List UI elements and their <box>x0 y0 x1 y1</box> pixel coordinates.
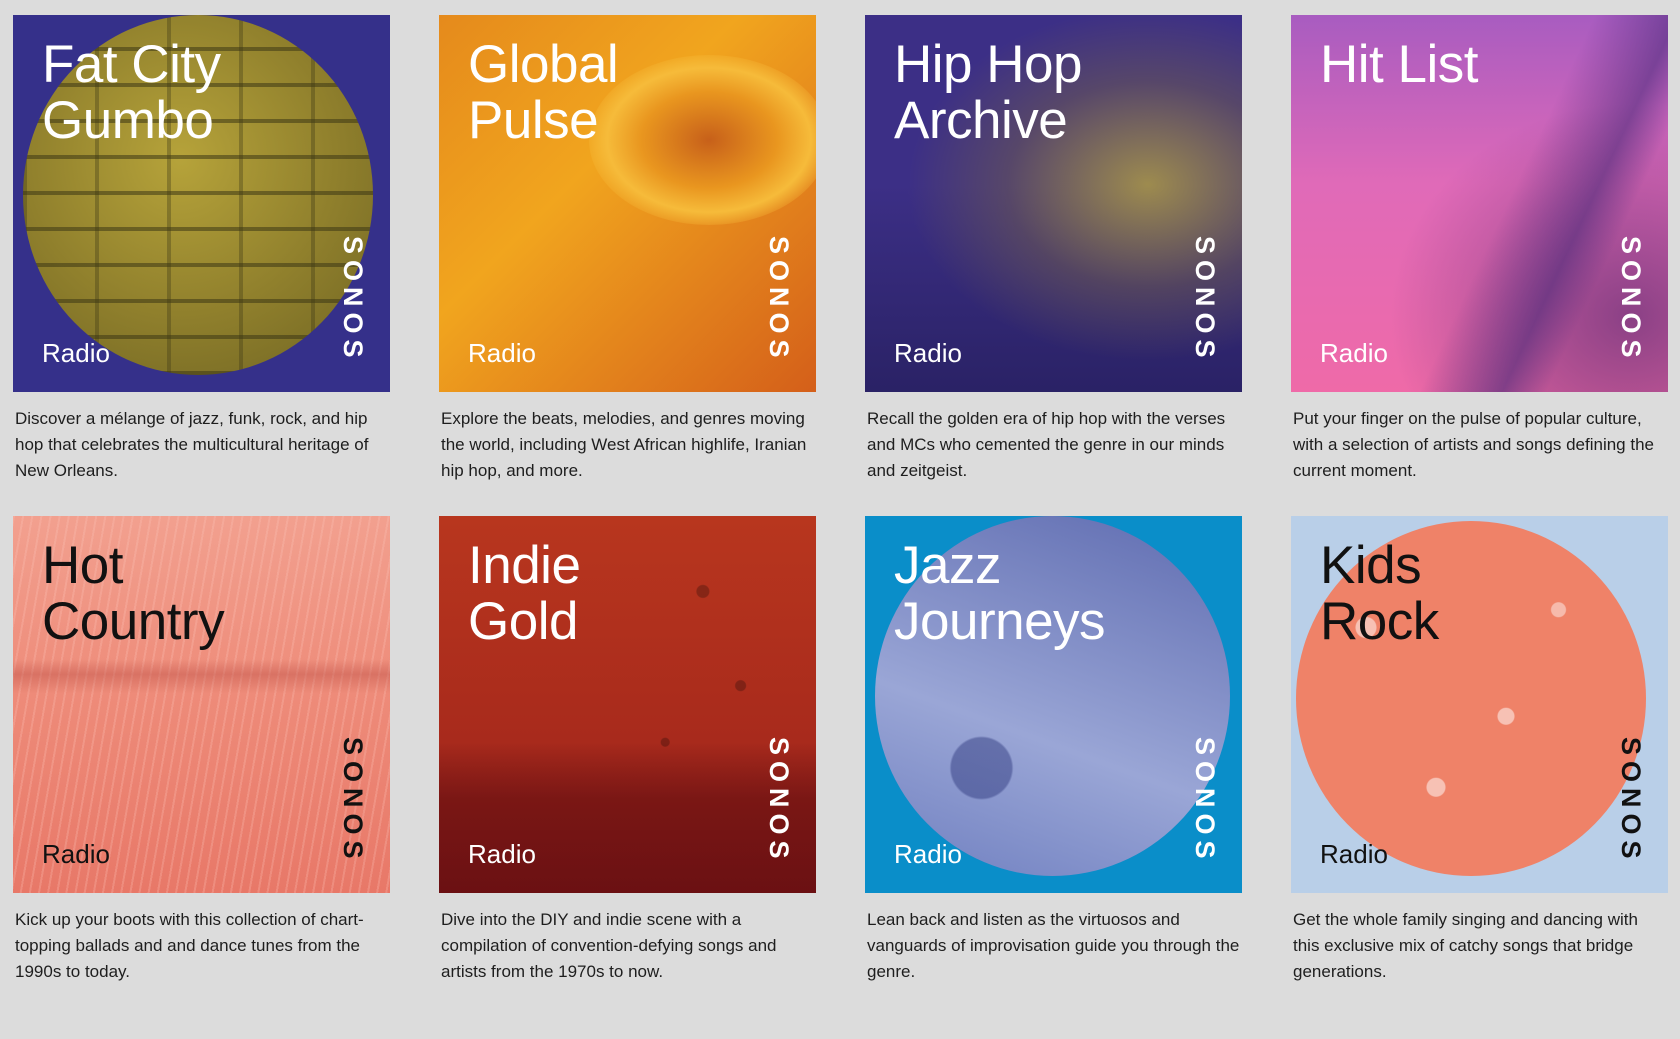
sonos-logo: SONOS <box>1190 236 1220 364</box>
sonos-logo: SONOS <box>338 737 368 865</box>
radio-label: Radio <box>42 338 110 368</box>
station-description: Explore the beats, melodies, and genres … <box>441 409 807 480</box>
radio-label: Radio <box>894 338 962 368</box>
radio-label: Radio <box>1320 839 1388 869</box>
station-artwork[interactable]: Global Pulse Radio SONOS <box>439 15 816 392</box>
sonos-logo: SONOS <box>1190 737 1220 865</box>
station-title: Global Pulse <box>468 35 619 150</box>
station-card-hit-list[interactable]: Hit List Radio SONOS Put your finger on … <box>1291 15 1668 484</box>
radio-label: Radio <box>42 839 110 869</box>
station-description: Recall the golden era of hip hop with th… <box>867 409 1226 480</box>
radio-label: Radio <box>468 338 536 368</box>
station-title: Kids Rock <box>1320 536 1439 651</box>
station-card-fat-city-gumbo[interactable]: Fat City Gumbo Radio SONOS Discover a mé… <box>13 15 390 484</box>
station-description: Put your finger on the pulse of popular … <box>1293 409 1654 480</box>
station-title: Hip Hop Archive <box>894 35 1082 150</box>
station-card-hot-country[interactable]: Hot Country Radio SONOS Kick up your boo… <box>13 516 390 985</box>
station-card-jazz-journeys[interactable]: Jazz Journeys Radio SONOS Lean back and … <box>865 516 1242 985</box>
sonos-logo: SONOS <box>764 737 794 865</box>
station-description: Get the whole family singing and dancing… <box>1293 910 1638 981</box>
station-artwork[interactable]: Fat City Gumbo Radio SONOS <box>13 15 390 392</box>
radio-label: Radio <box>894 839 962 869</box>
sonos-logo: SONOS <box>1616 236 1646 364</box>
radio-label: Radio <box>1320 338 1388 368</box>
sonos-logo: SONOS <box>764 236 794 364</box>
station-artwork[interactable]: Jazz Journeys Radio SONOS <box>865 516 1242 893</box>
radio-label: Radio <box>468 839 536 869</box>
sonos-logo: SONOS <box>1616 737 1646 865</box>
station-description: Lean back and listen as the virtuosos an… <box>867 910 1240 981</box>
station-grid: Fat City Gumbo Radio SONOS Discover a mé… <box>13 15 1668 985</box>
station-card-global-pulse[interactable]: Global Pulse Radio SONOS Explore the bea… <box>439 15 816 484</box>
station-artwork[interactable]: Kids Rock Radio SONOS <box>1291 516 1668 893</box>
station-title: Jazz Journeys <box>894 536 1106 651</box>
station-card-hip-hop-archive[interactable]: Hip Hop Archive Radio SONOS Recall the g… <box>865 15 1242 484</box>
station-description: Discover a mélange of jazz, funk, rock, … <box>15 409 369 480</box>
sonos-logo: SONOS <box>338 236 368 364</box>
station-title: Indie Gold <box>468 536 581 651</box>
station-description: Kick up your boots with this collection … <box>15 910 364 981</box>
station-title: Hit List <box>1320 35 1478 94</box>
station-title: Hot Country <box>42 536 225 651</box>
station-title: Fat City Gumbo <box>42 35 221 150</box>
station-description: Dive into the DIY and indie scene with a… <box>441 910 777 981</box>
station-card-kids-rock[interactable]: Kids Rock Radio SONOS Get the whole fami… <box>1291 516 1668 985</box>
station-artwork[interactable]: Hit List Radio SONOS <box>1291 15 1668 392</box>
station-artwork[interactable]: Hot Country Radio SONOS <box>13 516 390 893</box>
station-artwork[interactable]: Indie Gold Radio SONOS <box>439 516 816 893</box>
station-artwork[interactable]: Hip Hop Archive Radio SONOS <box>865 15 1242 392</box>
station-card-indie-gold[interactable]: Indie Gold Radio SONOS Dive into the DIY… <box>439 516 816 985</box>
